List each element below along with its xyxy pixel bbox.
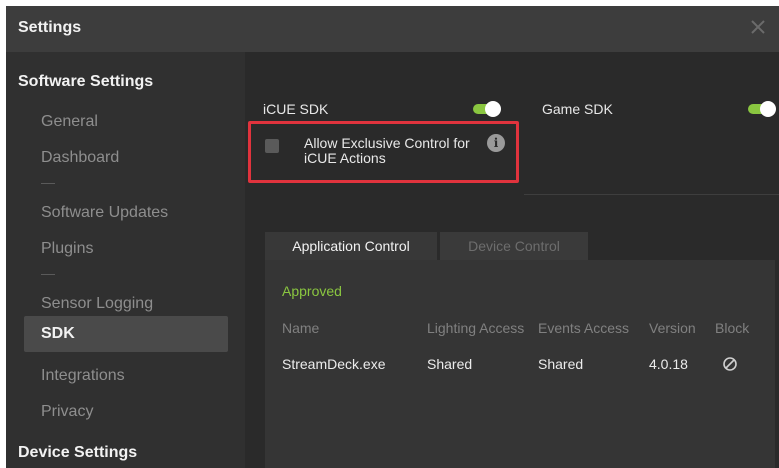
tab-application-control[interactable]: Application Control (265, 232, 437, 260)
section-divider (524, 194, 779, 195)
sidebar-header-software: Software Settings (18, 73, 154, 90)
sidebar-item-software-updates[interactable]: Software Updates (41, 204, 168, 222)
row-events-access: Shared (538, 356, 584, 372)
column-header-version: Version (649, 320, 696, 336)
row-version: 4.0.18 (649, 356, 688, 372)
column-header-events-access: Events Access (538, 320, 630, 336)
application-control-panel: Approved Name Lighting Access Events Acc… (265, 260, 775, 468)
exclusive-control-checkbox[interactable] (265, 139, 279, 153)
icue-sdk-label: iCUE SDK (263, 101, 329, 117)
sdk-content: iCUE SDK Game SDK Allow Exclusive Contro… (245, 52, 779, 468)
icue-sdk-toggle[interactable] (471, 101, 501, 117)
sidebar-item-dashboard[interactable]: Dashboard (41, 149, 119, 167)
sidebar-item-sensor-logging[interactable]: Sensor Logging (41, 295, 153, 313)
sidebar-separator (41, 274, 55, 275)
settings-sidebar: Software Settings General Dashboard Soft… (6, 52, 245, 468)
sidebar-item-label: SDK (41, 325, 75, 342)
block-icon[interactable] (722, 356, 738, 372)
sidebar-item-sdk[interactable]: SDK (24, 316, 228, 352)
game-sdk-toggle[interactable] (746, 101, 776, 117)
sidebar-item-integrations[interactable]: Integrations (41, 367, 125, 385)
column-header-lighting-access: Lighting Access (427, 320, 525, 336)
approved-label: Approved (282, 283, 342, 299)
sidebar-separator (41, 183, 55, 184)
sidebar-item-privacy[interactable]: Privacy (41, 403, 93, 421)
column-header-block: Block (715, 320, 750, 336)
sidebar-item-general[interactable]: General (41, 113, 98, 131)
sidebar-header-device[interactable]: Device Settings (18, 444, 137, 462)
row-lighting-access: Shared (427, 356, 473, 372)
exclusive-control-label: Allow Exclusive Control for iCUE Actions (304, 135, 470, 166)
row-name: StreamDeck.exe (282, 356, 386, 372)
column-header-name: Name (282, 320, 320, 336)
tab-device-control[interactable]: Device Control (440, 232, 588, 260)
title-bar: Settings (6, 6, 779, 52)
settings-window: Settings Software Settings General Dashb… (6, 6, 779, 468)
game-sdk-label: Game SDK (542, 101, 613, 117)
sidebar-item-plugins[interactable]: Plugins (41, 240, 93, 258)
info-icon[interactable]: i (487, 134, 505, 152)
close-icon[interactable] (747, 16, 769, 38)
window-title: Settings (18, 19, 82, 36)
